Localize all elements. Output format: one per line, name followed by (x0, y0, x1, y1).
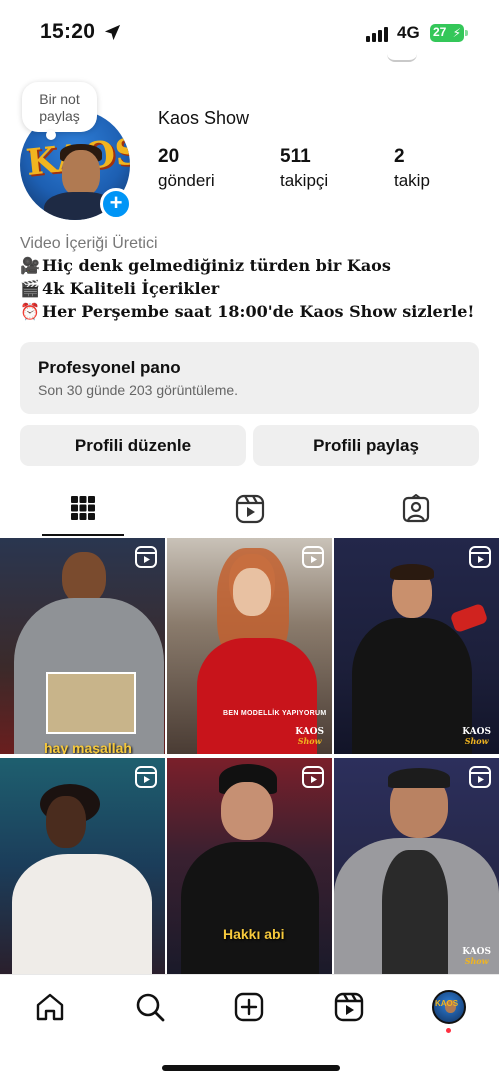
grid-icon (71, 496, 95, 520)
edit-profile-button[interactable]: Profili düzenle (20, 425, 246, 466)
search-icon[interactable] (134, 991, 166, 1023)
post-caption: Hakkı abi (223, 926, 285, 942)
stat-value: 20 (158, 146, 180, 167)
reels-icon (235, 494, 265, 524)
inset-painting (46, 672, 136, 734)
share-profile-button[interactable]: Profili paylaş (253, 425, 479, 466)
avatar-face (62, 150, 100, 196)
reel-badge-icon (135, 766, 157, 788)
posts-grid: hay maşallah BEN MODELLİK YAPIYORUM KAOS… (0, 538, 499, 974)
stat-value: 2 (394, 146, 405, 167)
reel-badge-icon (302, 766, 324, 788)
clapperboard-icon: 🎬 (20, 279, 40, 298)
tagged-icon (402, 494, 430, 523)
profile-bio: Video İçeriği Üretici 🎥 Hiç denk gelmediğ… (20, 234, 480, 323)
tab-tagged[interactable] (332, 490, 498, 538)
status-bar: 15:20 4G 27 ⚡ (0, 0, 499, 66)
reel-badge-icon (135, 546, 157, 568)
pull-indicator (387, 54, 417, 62)
bio-line: 🎥 Hiç denk gelmediğiniz türden bir Kaos (20, 254, 480, 277)
alarm-clock-icon: ⏰ (20, 302, 40, 321)
stat-followers[interactable]: 511 takipçi (280, 146, 328, 191)
add-story-button[interactable]: + (100, 188, 132, 220)
tab-grid[interactable] (0, 490, 166, 538)
video-camera-icon: 🎥 (20, 256, 40, 275)
reel-badge-icon (469, 546, 491, 568)
post-caption: hay maşallah (44, 740, 132, 754)
reel-badge-icon (302, 546, 324, 568)
tab-reels[interactable] (166, 490, 332, 538)
kaos-logo: KAOS (435, 999, 459, 1008)
bio-line-text: Her Perşembe saat 18:00'de Kaos Show siz… (42, 302, 475, 321)
kaos-watermark: KAOS Show (462, 727, 491, 746)
bio-line: ⏰ Her Perşembe saat 18:00'de Kaos Show si… (20, 300, 480, 323)
charging-bolt-icon: ⚡ (452, 26, 461, 40)
post-caption: BEN MODELLİK YAPIYORUM (223, 710, 327, 717)
battery-cap (465, 30, 468, 36)
dashboard-title: Profesyonel pano (38, 358, 181, 377)
bio-line-text: Hiç denk gelmediğiniz türden bir Kaos (42, 256, 391, 275)
stat-following[interactable]: 2 takip (394, 146, 430, 191)
reels-icon[interactable] (333, 991, 365, 1023)
home-icon[interactable] (34, 991, 66, 1023)
stat-value: 511 (280, 146, 311, 167)
bio-line: 🎬 4k Kaliteli İçerikler (20, 277, 480, 300)
post-tile[interactable]: hay maşallah (0, 538, 165, 754)
cellular-signal-icon (366, 26, 390, 42)
bottom-nav: KAOS (0, 974, 499, 1080)
battery-level: 27 (433, 25, 447, 39)
kaos-watermark: KAOS Show (295, 727, 324, 746)
active-tab-indicator (42, 534, 124, 536)
profile-username: Kaos Show (158, 108, 250, 128)
status-time: 15:20 (40, 20, 96, 43)
kaos-watermark: KAOS Show (462, 947, 491, 966)
post-tile[interactable] (0, 758, 165, 974)
notification-dot (446, 1028, 451, 1033)
bio-line-text: 4k Kaliteli İçerikler (42, 279, 220, 298)
network-type: 4G (397, 23, 420, 42)
bio-category: Video İçeriği Üretici (20, 235, 158, 252)
note-bubble[interactable]: Bir not paylaş (22, 82, 97, 132)
post-tile[interactable]: KAOS Show (334, 538, 499, 754)
stat-label: takipçi (280, 171, 329, 190)
home-indicator (162, 1065, 340, 1071)
stat-posts[interactable]: 20 gönderi (158, 146, 215, 191)
location-arrow-icon (104, 24, 121, 41)
battery-icon: 27 ⚡ (430, 24, 464, 42)
post-tile[interactable]: BEN MODELLİK YAPIYORUM KAOS Show (167, 538, 332, 754)
profile-avatar[interactable]: KAOS (432, 990, 466, 1024)
reel-badge-icon (469, 766, 491, 788)
note-bubble-tail (46, 130, 56, 140)
dashboard-subtitle: Son 30 günde 203 görüntüleme. (38, 382, 239, 398)
post-tile[interactable]: Hakkı abi (167, 758, 332, 974)
stat-label: takip (394, 171, 430, 190)
note-text: Bir not paylaş (39, 91, 80, 124)
professional-dashboard[interactable]: Profesyonel pano Son 30 günde 203 görünt… (20, 342, 479, 414)
plus-square-icon[interactable] (233, 991, 265, 1023)
stat-label: gönderi (158, 171, 215, 190)
post-tile[interactable]: KAOS Show (334, 758, 499, 974)
